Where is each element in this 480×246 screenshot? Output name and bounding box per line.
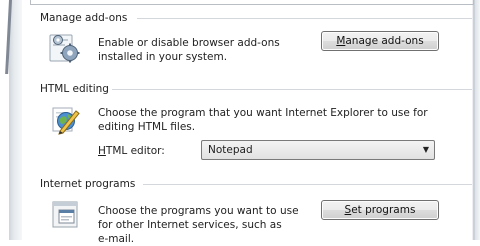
chevron-down-icon[interactable]: ▼ bbox=[423, 145, 429, 154]
programs-window-icon bbox=[52, 201, 78, 228]
window-left-edge bbox=[0, 0, 22, 240]
set-programs-button-label: et programs bbox=[351, 204, 416, 216]
manage-addons-separator bbox=[137, 18, 472, 19]
pencil-page-icon bbox=[52, 107, 80, 135]
manage-addons-description-line1: Enable or disable browser add-ons bbox=[98, 37, 280, 49]
manage-addons-button[interactable]: Manage add-ons bbox=[321, 31, 439, 51]
manage-addons-description-line2: installed in your system. bbox=[98, 51, 228, 63]
html-editor-selected-value: Notepad bbox=[208, 144, 253, 156]
internet-programs-description-line1: Choose the programs you want to use bbox=[98, 205, 299, 217]
manage-addons-group-title: Manage add-ons bbox=[40, 12, 128, 24]
internet-programs-separator bbox=[143, 184, 472, 185]
set-programs-button[interactable]: Set programs bbox=[321, 200, 439, 220]
internet-programs-group-title: Internet programs bbox=[40, 178, 136, 190]
window-right-edge bbox=[472, 0, 480, 240]
html-editing-group-title: HTML editing bbox=[40, 83, 109, 95]
previous-group-frame bbox=[30, 0, 474, 5]
html-editing-description-line2: editing HTML files. bbox=[98, 121, 196, 133]
html-editing-separator bbox=[112, 89, 472, 90]
manage-addons-button-label: anage add-ons bbox=[345, 35, 424, 47]
html-editor-dropdown[interactable]: Notepad ▼ bbox=[201, 140, 435, 160]
html-editing-description-line1: Choose the program that you want Interne… bbox=[98, 107, 428, 119]
internet-programs-description-line2: for other Internet services, such as bbox=[98, 219, 282, 231]
html-editor-label-text: TML editor: bbox=[105, 145, 165, 157]
html-editor-label-mnemonic: H bbox=[98, 145, 106, 157]
gears-icon bbox=[49, 34, 80, 63]
html-editor-label: HTML editor: bbox=[98, 145, 165, 158]
